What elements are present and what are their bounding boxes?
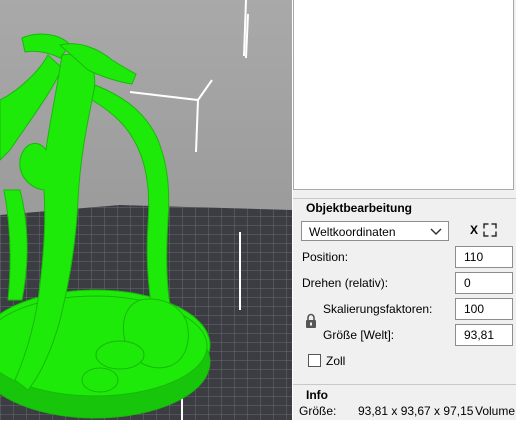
3d-viewport[interactable] bbox=[0, 0, 292, 420]
chevron-down-icon bbox=[430, 228, 442, 236]
info-section: Info Größe: 93,81 x 93,67 x 97,15 Volume bbox=[293, 384, 516, 421]
info-size-label: Größe: bbox=[299, 404, 337, 418]
padlock-icon[interactable] bbox=[305, 313, 317, 329]
reset-button[interactable]: X bbox=[470, 223, 478, 237]
object-list-area[interactable] bbox=[293, 0, 514, 190]
coordinate-system-select[interactable]: Weltkoordinaten bbox=[301, 221, 449, 241]
inches-label: Zoll bbox=[326, 354, 346, 368]
info-volume-label: Volume bbox=[475, 404, 516, 418]
lock-axes-icon[interactable] bbox=[483, 223, 497, 237]
position-label: Position: bbox=[302, 250, 349, 264]
inches-checkbox[interactable] bbox=[308, 354, 321, 367]
coordinate-system-value: Weltkoordinaten bbox=[309, 225, 396, 239]
object-edit-section: Objektbearbeitung Weltkoordinaten X Posi… bbox=[293, 198, 516, 381]
position-input[interactable]: 110 bbox=[455, 246, 513, 268]
rotation-input[interactable]: 0 bbox=[455, 272, 513, 294]
info-title: Info bbox=[306, 388, 328, 402]
scale-factors-input[interactable]: 100 bbox=[455, 298, 513, 320]
object-edit-title: Objektbearbeitung bbox=[306, 201, 413, 215]
info-size-value: 93,81 x 93,67 x 97,15 bbox=[358, 404, 474, 418]
sidebar-panel: Objektbearbeitung Weltkoordinaten X Posi… bbox=[293, 0, 516, 420]
rotation-label: Drehen (relativ): bbox=[302, 276, 389, 290]
size-input[interactable]: 93,81 bbox=[455, 324, 513, 346]
scale-factors-label: Skalierungsfaktoren: bbox=[323, 302, 433, 316]
size-label: Größe [Welt]: bbox=[323, 328, 395, 342]
